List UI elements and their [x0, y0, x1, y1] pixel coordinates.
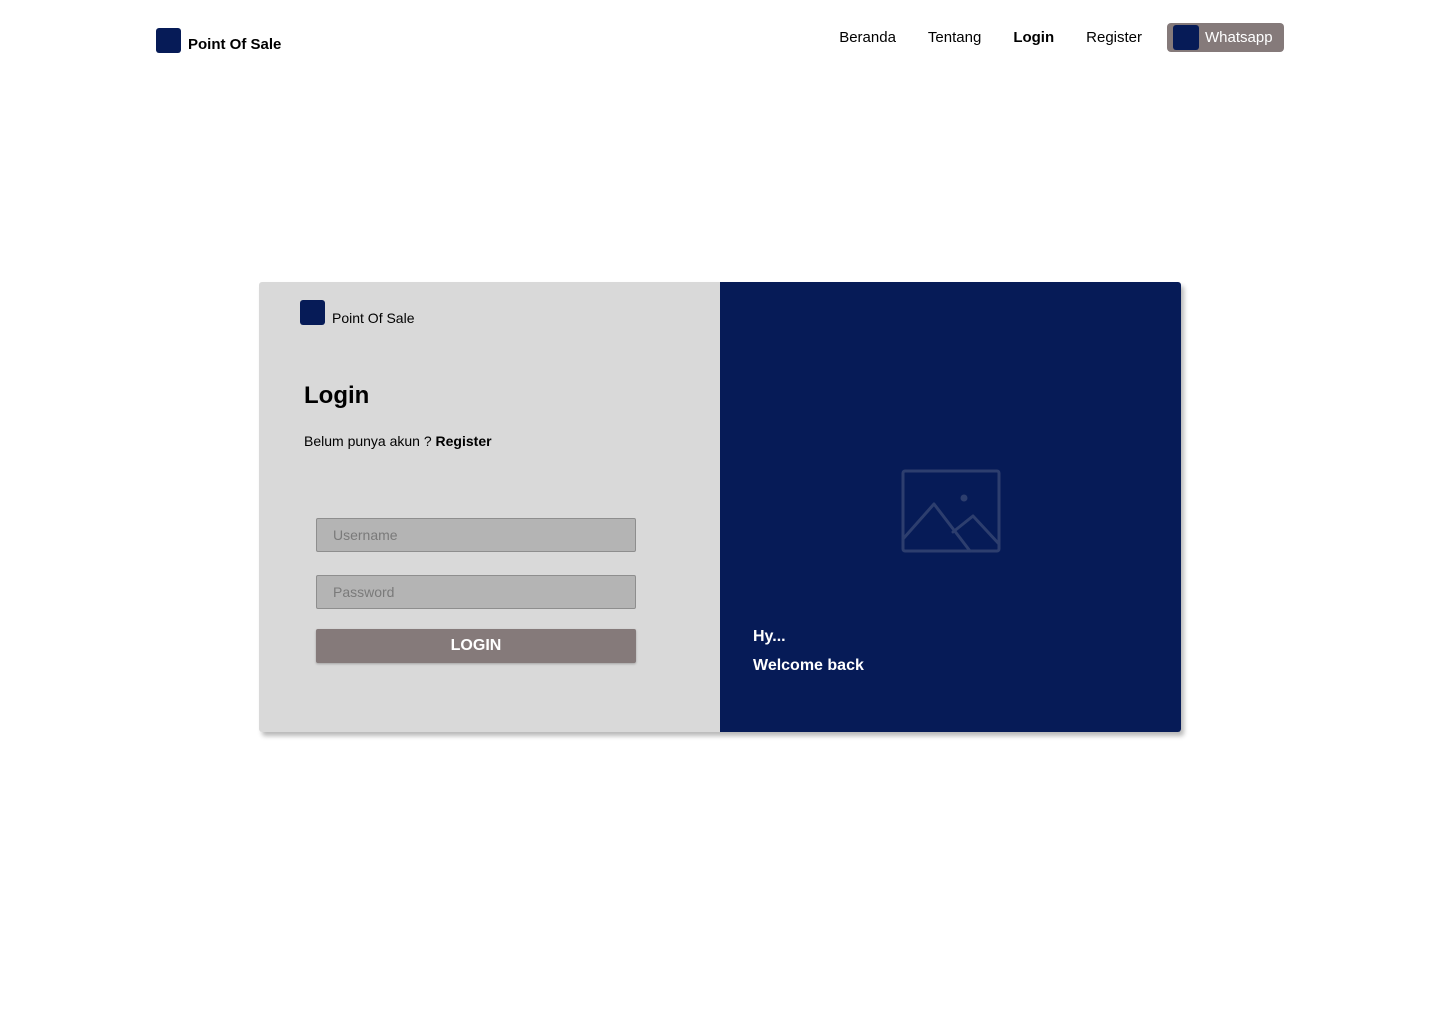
login-title: Login	[304, 382, 370, 409]
nav-links: Beranda Tentang Login Register Whatsapp	[839, 23, 1284, 52]
password-input[interactable]	[316, 575, 636, 609]
card-brand: Point Of Sale	[300, 300, 415, 326]
whatsapp-button[interactable]: Whatsapp	[1167, 23, 1284, 52]
image-placeholder-icon	[901, 469, 1001, 553]
nav-link-register[interactable]: Register	[1086, 29, 1142, 46]
square-logo-icon	[156, 28, 181, 53]
nav-link-tentang[interactable]: Tentang	[928, 29, 981, 46]
card-brand-name: Point Of Sale	[332, 310, 415, 326]
brand-name: Point Of Sale	[188, 36, 282, 53]
welcome-panel: Hy... Welcome back	[720, 282, 1181, 732]
top-navbar: Point Of Sale Beranda Tentang Login Regi…	[0, 0, 1440, 76]
welcome-text: Welcome back	[753, 657, 864, 674]
whatsapp-icon	[1173, 25, 1199, 50]
nav-link-beranda[interactable]: Beranda	[839, 29, 896, 46]
login-form-panel: Point Of Sale Login Belum punya akun ? R…	[259, 282, 720, 732]
square-logo-icon	[300, 300, 325, 325]
register-link[interactable]: Register	[436, 433, 492, 449]
username-input[interactable]	[316, 518, 636, 552]
whatsapp-label: Whatsapp	[1205, 29, 1273, 46]
greeting-text: Hy...	[753, 628, 786, 645]
login-card: Point Of Sale Login Belum punya akun ? R…	[259, 282, 1181, 732]
signup-prompt-text: Belum punya akun ?	[304, 433, 432, 449]
nav-link-login[interactable]: Login	[1013, 29, 1054, 46]
signup-prompt-line: Belum punya akun ? Register	[304, 433, 492, 449]
login-button[interactable]: LOGIN	[316, 629, 636, 663]
navbar-brand[interactable]: Point Of Sale	[156, 28, 281, 53]
